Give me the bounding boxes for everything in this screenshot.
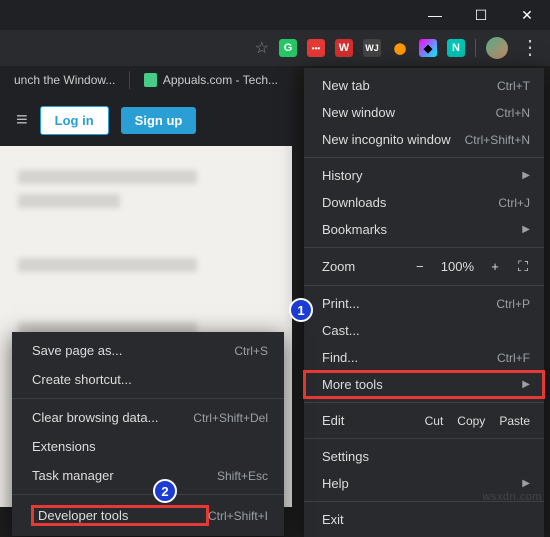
menu-separator — [12, 398, 284, 399]
zoom-label: Zoom — [322, 259, 405, 274]
menu-separator — [304, 438, 544, 439]
zoom-out-button[interactable]: − — [413, 259, 427, 274]
edit-label: Edit — [322, 413, 411, 428]
chevron-right-icon: ▶ — [522, 379, 530, 390]
extension-icon[interactable]: ••• — [307, 39, 325, 57]
menu-separator — [304, 247, 544, 248]
signup-button[interactable]: Sign up — [121, 107, 197, 134]
fullscreen-icon[interactable]: ⛶ — [516, 258, 530, 275]
window-minimize-button[interactable]: — — [412, 0, 458, 30]
menu-item-new-tab[interactable]: New tabCtrl+T — [304, 72, 544, 99]
chevron-right-icon: ▶ — [522, 478, 530, 489]
chevron-right-icon: ▶ — [522, 224, 530, 235]
step-badge-2: 2 — [153, 479, 177, 503]
menu-item-new-window[interactable]: New windowCtrl+N — [304, 99, 544, 126]
submenu-item-developer-tools[interactable]: Developer toolsCtrl+Shift+I — [12, 499, 284, 532]
menu-item-edit-row: Edit Cut Copy Paste — [304, 407, 544, 434]
submenu-item-extensions[interactable]: Extensions — [12, 432, 284, 461]
hamburger-icon[interactable]: ≡ — [16, 109, 28, 132]
more-tools-submenu: Save page as...Ctrl+S Create shortcut...… — [12, 332, 284, 536]
menu-item-downloads[interactable]: DownloadsCtrl+J — [304, 189, 544, 216]
menu-dots-icon[interactable]: ⋮ — [518, 45, 542, 51]
menu-item-zoom: Zoom − 100% + ⛶ — [304, 252, 544, 281]
copy-button[interactable]: Copy — [457, 414, 485, 428]
menu-item-settings[interactable]: Settings — [304, 443, 544, 470]
submenu-item-task-manager[interactable]: Task managerShift+Esc — [12, 461, 284, 490]
chevron-right-icon: ▶ — [522, 170, 530, 181]
extension-icon[interactable]: N — [447, 39, 465, 57]
tab-title: unch the Window... — [14, 73, 115, 87]
menu-separator — [12, 494, 284, 495]
step-badge-1: 1 — [289, 298, 313, 322]
toolbar-separator — [475, 39, 476, 57]
profile-avatar[interactable] — [486, 37, 508, 59]
menu-item-bookmarks[interactable]: Bookmarks▶ — [304, 216, 544, 243]
menu-item-more-tools[interactable]: More tools▶ — [304, 371, 544, 398]
window-maximize-button[interactable]: ☐ — [458, 0, 504, 30]
bookmark-star-icon[interactable]: ☆ — [255, 38, 269, 58]
tab-title: Appuals.com - Tech... — [163, 73, 278, 87]
menu-separator — [304, 402, 544, 403]
submenu-item-clear-data[interactable]: Clear browsing data...Ctrl+Shift+Del — [12, 403, 284, 432]
tab-strip: unch the Window... Appuals.com - Tech... — [0, 66, 292, 94]
menu-separator — [304, 285, 544, 286]
browser-tab[interactable]: Appuals.com - Tech... — [130, 67, 292, 93]
cut-button[interactable]: Cut — [425, 414, 444, 428]
menu-item-cast[interactable]: Cast... — [304, 317, 544, 344]
extension-icon[interactable]: W — [335, 39, 353, 57]
page-header: ≡ Log in Sign up — [0, 94, 292, 146]
login-button[interactable]: Log in — [40, 106, 109, 135]
window-close-button[interactable]: ✕ — [504, 0, 550, 30]
window-controls: — ☐ ✕ — [0, 0, 550, 30]
extension-icon[interactable]: ⬤ — [391, 39, 409, 57]
browser-tab[interactable]: unch the Window... — [0, 67, 129, 93]
paste-button[interactable]: Paste — [499, 414, 530, 428]
menu-separator — [304, 157, 544, 158]
submenu-item-save-page[interactable]: Save page as...Ctrl+S — [12, 336, 284, 365]
tab-favicon-icon — [144, 73, 157, 87]
menu-item-exit[interactable]: Exit — [304, 506, 544, 533]
chrome-main-menu: New tabCtrl+T New windowCtrl+N New incog… — [304, 68, 544, 537]
extension-icon[interactable]: WJ — [363, 39, 381, 57]
menu-item-new-incognito[interactable]: New incognito windowCtrl+Shift+N — [304, 126, 544, 153]
menu-item-find[interactable]: Find...Ctrl+F — [304, 344, 544, 371]
watermark-text: wsxdn.com — [482, 491, 542, 503]
menu-item-print[interactable]: Print...Ctrl+P — [304, 290, 544, 317]
extension-icon[interactable]: ◆ — [419, 39, 437, 57]
zoom-in-button[interactable]: + — [488, 259, 502, 274]
zoom-value: 100% — [441, 259, 474, 274]
submenu-item-create-shortcut[interactable]: Create shortcut... — [12, 365, 284, 394]
menu-item-history[interactable]: History▶ — [304, 162, 544, 189]
browser-toolbar: ☆ G ••• W WJ ⬤ ◆ N ⋮ — [0, 30, 550, 66]
extension-icon[interactable]: G — [279, 39, 297, 57]
